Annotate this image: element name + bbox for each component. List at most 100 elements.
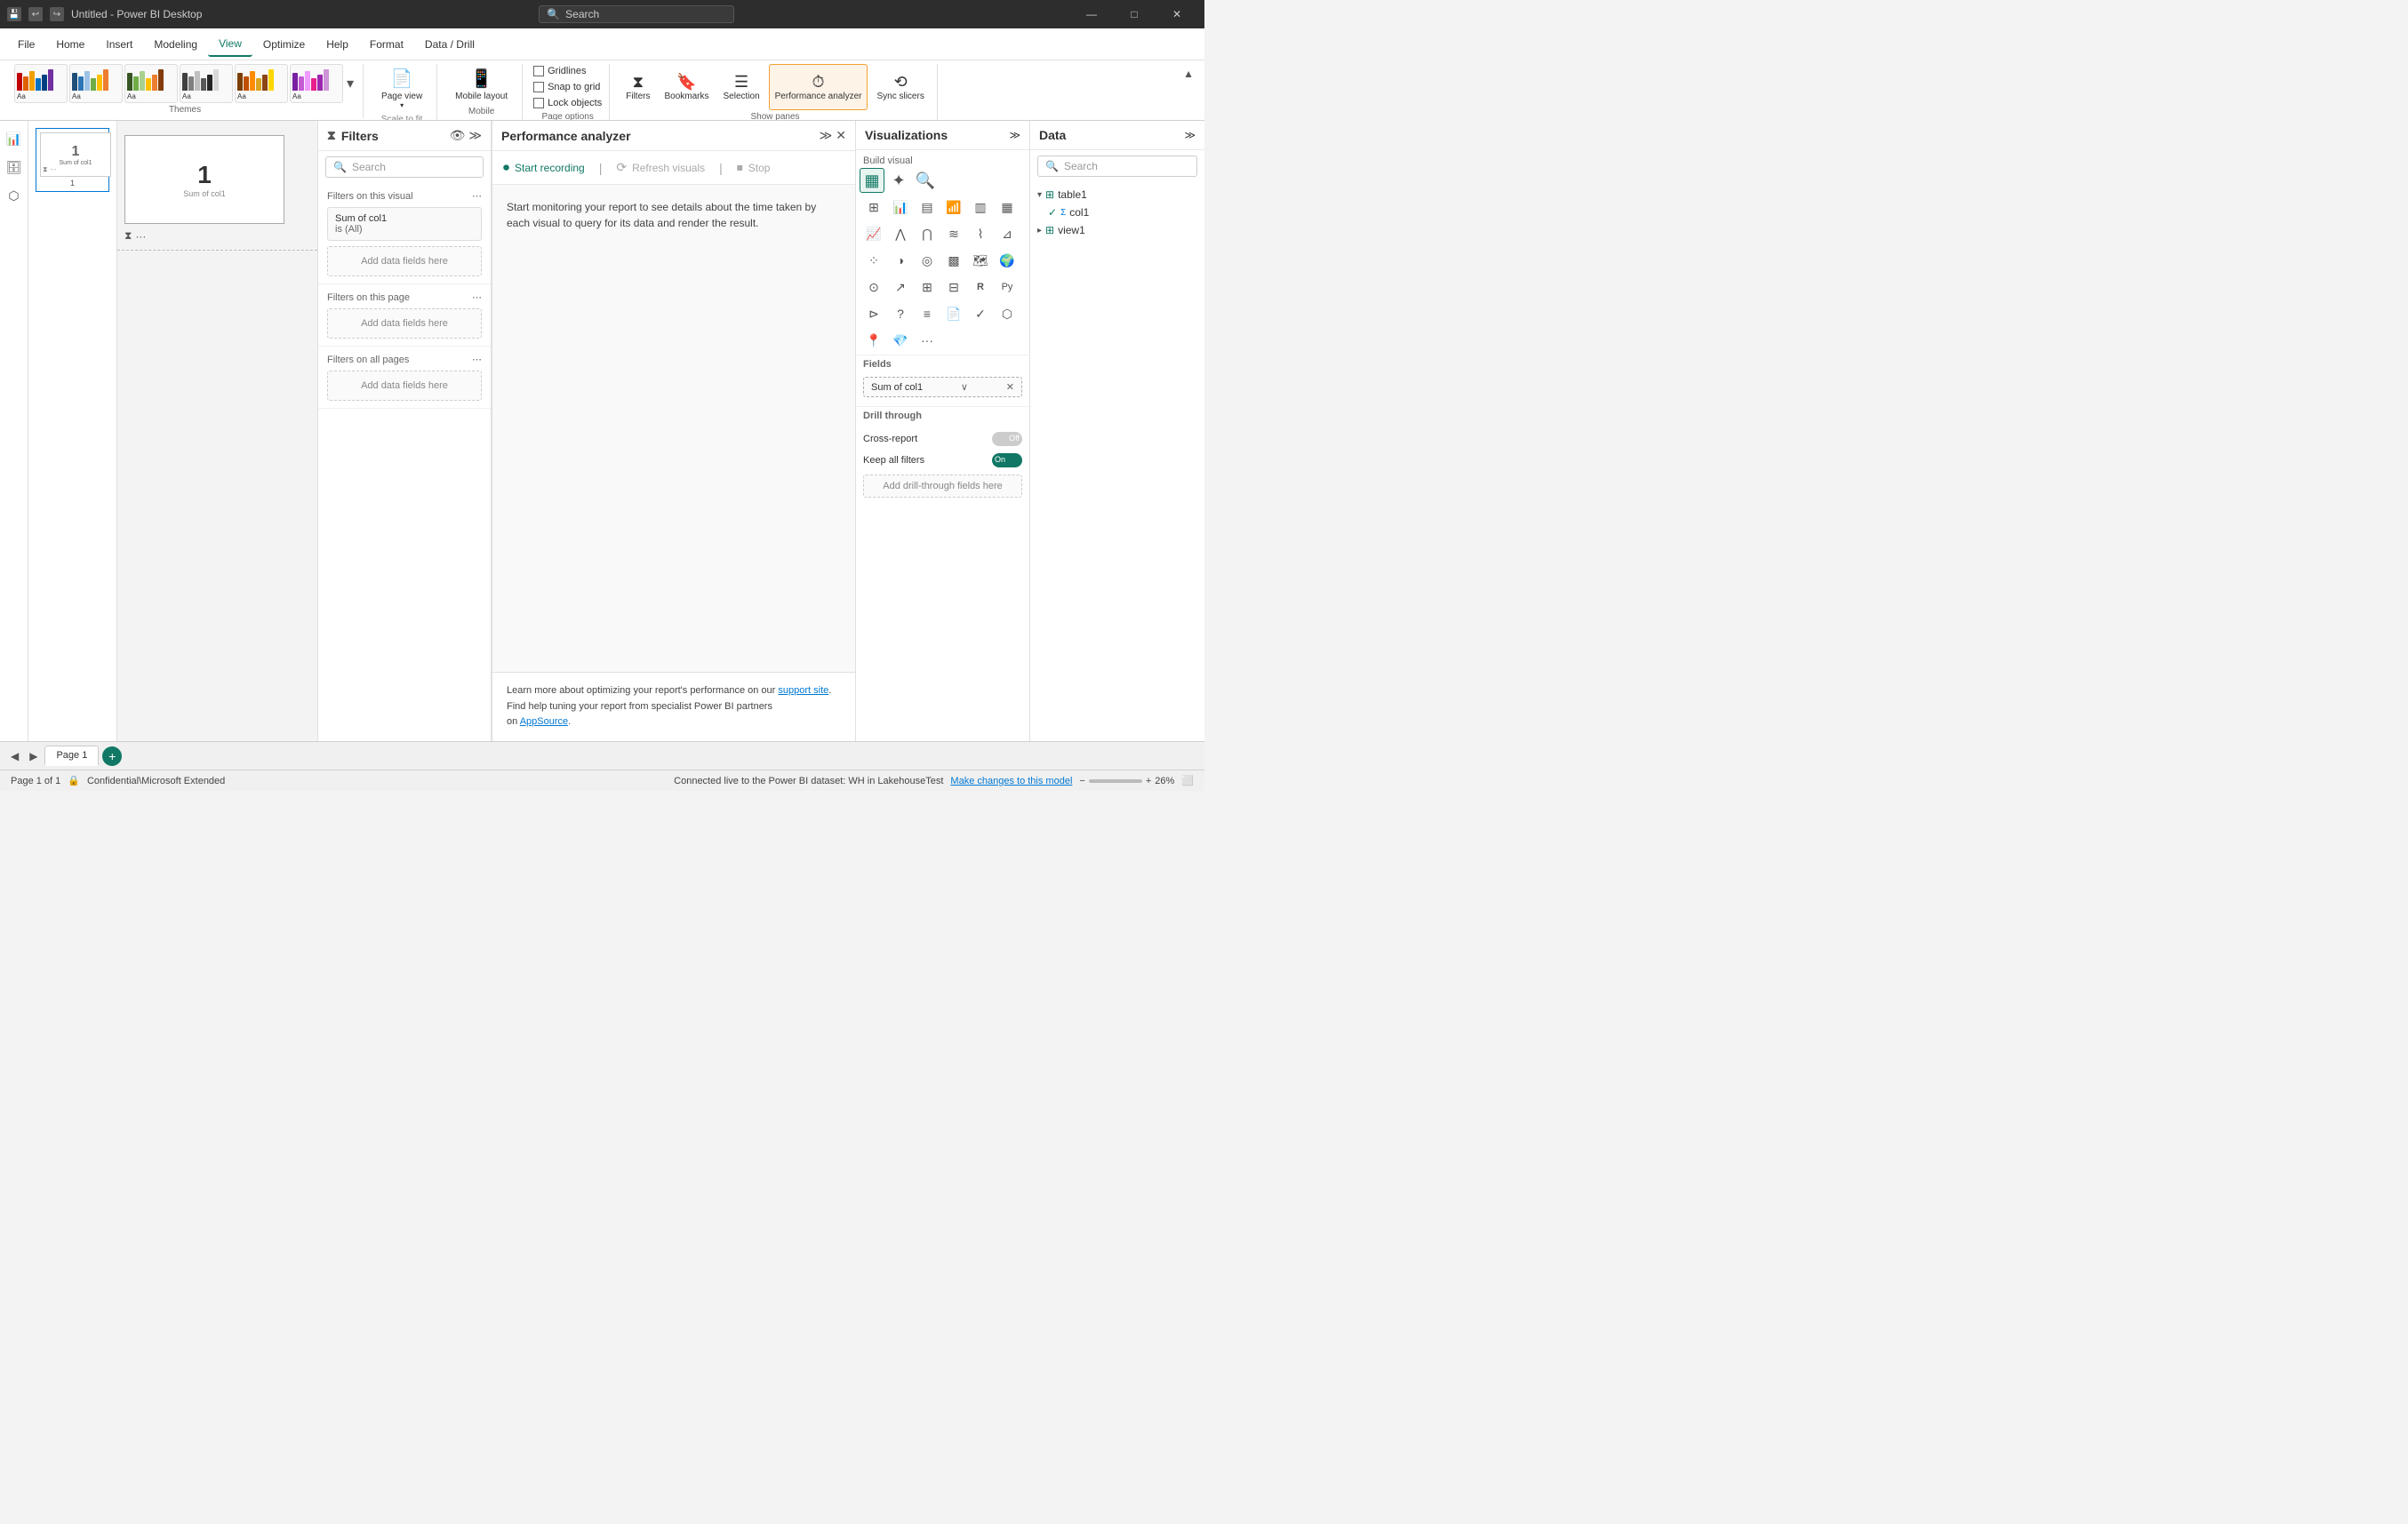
viz-custom-vis-icon[interactable]: 💎 xyxy=(888,328,913,353)
perf-expand-icon[interactable]: ≫ xyxy=(820,128,833,143)
viz-stacked-col-icon[interactable]: ▥ xyxy=(968,195,993,219)
menu-data-drill[interactable]: Data / Drill xyxy=(414,33,485,56)
filters-search-box[interactable]: 🔍 Search xyxy=(325,156,484,178)
viz-pie-icon[interactable]: ◑ xyxy=(888,248,913,273)
viz-gauge-icon[interactable]: ⊙ xyxy=(861,275,886,299)
minimize-button[interactable]: — xyxy=(1071,0,1112,28)
viz-qna-icon[interactable]: ? xyxy=(888,301,913,326)
viz-r-visual-icon[interactable]: R xyxy=(968,275,993,299)
viz-funnel-icon[interactable]: ⊿ xyxy=(995,221,1020,246)
drill-add-box[interactable]: Add drill-through fields here xyxy=(863,475,1022,498)
page-view-button[interactable]: 📄 Page view ▾ xyxy=(374,64,429,113)
add-fields-page[interactable]: Add data fields here xyxy=(327,308,482,339)
viz-waterfall-icon[interactable]: ⌇ xyxy=(968,221,993,246)
viz-donut-icon[interactable]: ◎ xyxy=(915,248,940,273)
refresh-visuals-button[interactable]: ⟳ Refresh visuals xyxy=(616,160,705,175)
data-expand-icon[interactable]: ≫ xyxy=(1184,129,1196,141)
menu-home[interactable]: Home xyxy=(45,33,95,56)
data-tree-item-table1[interactable]: ▾ ⊞ table1 xyxy=(1030,186,1204,203)
theme-3[interactable]: Aa xyxy=(124,64,178,103)
viz-table2-icon[interactable]: ⊟ xyxy=(941,275,966,299)
zoom-plus-button[interactable]: + xyxy=(1146,776,1151,786)
sync-slicers-button[interactable]: ⟲ Sync slicers xyxy=(871,64,929,110)
viz-map-icon[interactable]: 🗺 xyxy=(968,248,993,273)
viz-py-visual-icon[interactable]: Py xyxy=(995,275,1020,299)
gridlines-checkbox[interactable]: Gridlines xyxy=(533,64,602,78)
cross-report-toggle[interactable] xyxy=(992,432,1022,446)
viz-search-1[interactable]: 🔍 xyxy=(913,168,938,193)
keep-filters-toggle[interactable] xyxy=(992,453,1022,467)
data-search-box[interactable]: 🔍 Search xyxy=(1037,156,1197,177)
menu-file[interactable]: File xyxy=(7,33,45,56)
viz-matrix-icon[interactable]: ⊞ xyxy=(915,275,940,299)
theme-4[interactable]: Aa xyxy=(180,64,233,103)
viz-treemap-icon[interactable]: ▩ xyxy=(941,248,966,273)
viz-bar-chart-icon[interactable]: 📊 xyxy=(888,195,913,219)
viz-table-icon[interactable]: ⊞ xyxy=(861,195,886,219)
save-icon[interactable]: 💾 xyxy=(7,7,21,21)
filters-on-page-more[interactable]: ⋯ xyxy=(472,291,482,303)
filter-card-col1[interactable]: Sum of col1 is (All) xyxy=(327,207,482,241)
menu-help[interactable]: Help xyxy=(316,33,359,56)
viz-geo-icon[interactable]: 📍 xyxy=(861,328,886,353)
add-page-button[interactable]: + xyxy=(102,746,122,766)
add-fields-visual[interactable]: Add data fields here xyxy=(327,246,482,276)
viz-decomp-icon[interactable]: ⊳ xyxy=(861,301,886,326)
visual-widget[interactable]: 1 Sum of col1 xyxy=(124,135,284,224)
menu-format[interactable]: Format xyxy=(359,33,414,56)
filters-on-all-more[interactable]: ⋯ xyxy=(472,354,482,365)
perf-appsource-link[interactable]: AppSource xyxy=(520,716,568,727)
menu-optimize[interactable]: Optimize xyxy=(252,33,316,56)
field-col1-close[interactable]: ✕ xyxy=(1006,381,1014,393)
viz-area-chart-icon[interactable]: ⋀ xyxy=(888,221,913,246)
restore-button[interactable]: □ xyxy=(1114,0,1155,28)
viz-card-icon[interactable]: ▦ xyxy=(860,168,884,193)
viz-more-icon[interactable]: ··· xyxy=(915,328,940,353)
nav-model-icon[interactable]: ⬡ xyxy=(4,185,25,206)
viz-metrics-icon[interactable]: ✓ xyxy=(968,301,993,326)
start-recording-button[interactable]: ⏺ Start recording xyxy=(503,160,585,175)
make-changes-link[interactable]: Make changes to this model xyxy=(950,776,1072,786)
viz-custom-1[interactable]: ✦ xyxy=(886,168,911,193)
themes-more-icon[interactable]: ▾ xyxy=(345,75,356,92)
theme-5[interactable]: Aa xyxy=(235,64,288,103)
viz-smart-narrative-icon[interactable]: ≡ xyxy=(915,301,940,326)
viz-stacked-bar-icon[interactable]: ▤ xyxy=(915,195,940,219)
mobile-layout-button[interactable]: 📱 Mobile layout xyxy=(448,64,515,105)
viz-scatter-icon[interactable]: ⁘ xyxy=(861,248,886,273)
menu-insert[interactable]: Insert xyxy=(95,33,143,56)
nav-data-icon[interactable]: 🗄 xyxy=(4,156,25,178)
viz-line-chart-icon[interactable]: 📈 xyxy=(861,221,886,246)
theme-1[interactable]: Aa xyxy=(14,64,68,103)
nav-report-icon[interactable]: 📊 xyxy=(4,128,25,149)
perf-close-icon[interactable]: ✕ xyxy=(836,128,846,143)
zoom-minus-button[interactable]: − xyxy=(1079,776,1084,786)
selection-button[interactable]: ☰ Selection xyxy=(718,64,765,110)
title-search-box[interactable]: 🔍 Search xyxy=(539,5,734,23)
viz-filled-map-icon[interactable]: 🌍 xyxy=(995,248,1020,273)
add-fields-all[interactable]: Add data fields here xyxy=(327,371,482,401)
filters-pane-button[interactable]: ⧗ Filters xyxy=(620,64,655,110)
page-tab-1[interactable]: Page 1 xyxy=(44,746,99,766)
lock-objects-checkbox[interactable]: Lock objects xyxy=(533,96,602,110)
viz-kpi-icon[interactable]: ↗ xyxy=(888,275,913,299)
undo-icon[interactable]: ↩ xyxy=(28,7,43,21)
stop-button[interactable]: ⏹ Stop xyxy=(737,160,771,175)
snap-to-grid-checkbox[interactable]: Snap to grid xyxy=(533,80,602,94)
theme-6[interactable]: Aa xyxy=(290,64,343,103)
menu-view[interactable]: View xyxy=(208,32,252,57)
filters-expand-icon[interactable]: ≫ xyxy=(468,128,482,143)
viz-column-chart-icon[interactable]: 📶 xyxy=(941,195,966,219)
viz-ribbon-chart-icon[interactable]: ≋ xyxy=(941,221,966,246)
filters-eye-icon[interactable]: 👁 xyxy=(450,128,466,143)
page-thumbnail-1[interactable]: 1 Sum of col1 ⧗ ··· 1 xyxy=(36,128,109,192)
filters-on-visual-more[interactable]: ⋯ xyxy=(472,190,482,202)
page-prev-button[interactable]: ◀ xyxy=(7,748,22,764)
zoom-slider[interactable] xyxy=(1089,779,1142,783)
performance-analyzer-button[interactable]: ⏱ Performance analyzer xyxy=(769,64,868,110)
data-tree-item-view1[interactable]: ▸ ⊞ view1 xyxy=(1030,221,1204,239)
theme-2[interactable]: Aa xyxy=(69,64,123,103)
ribbon-collapse-button[interactable]: ▲ xyxy=(1180,64,1197,84)
perf-support-link[interactable]: support site xyxy=(778,685,828,696)
viz-100-bar-icon[interactable]: ▦ xyxy=(995,195,1020,219)
